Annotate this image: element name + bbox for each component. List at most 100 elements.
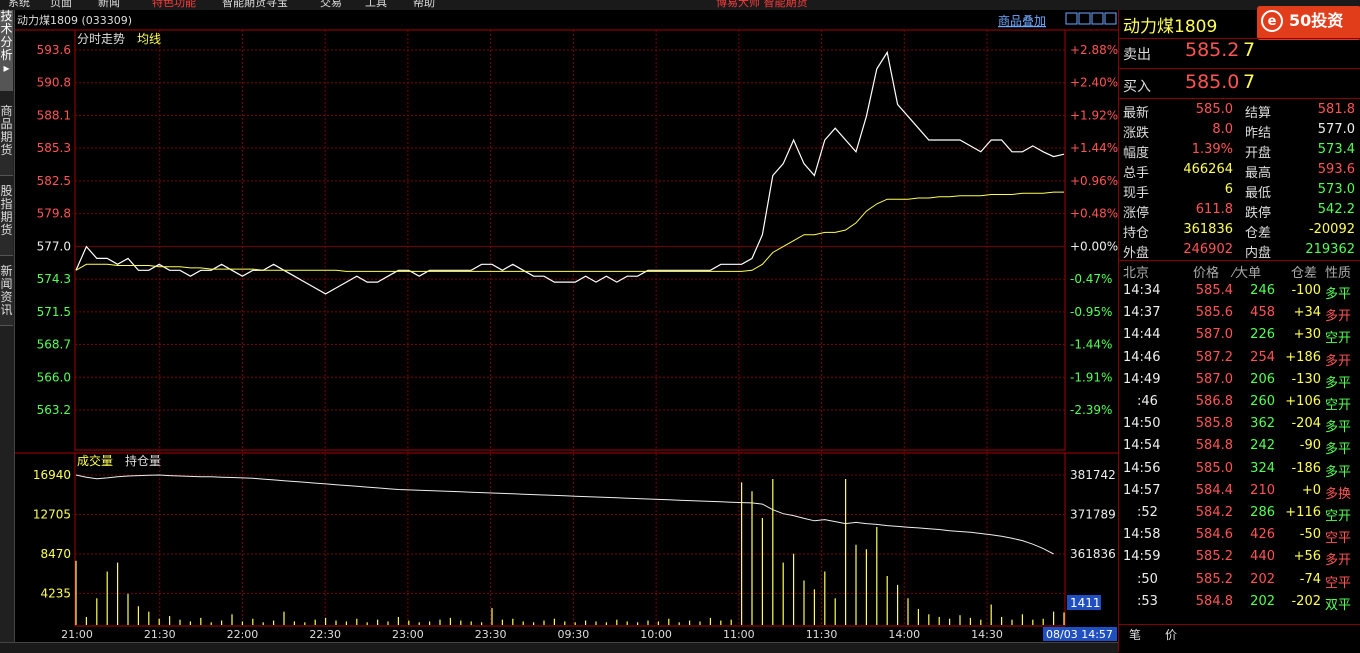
date-badge: 08/03 14:57 <box>1046 628 1113 641</box>
divider <box>1119 260 1360 261</box>
price-line <box>75 50 1065 295</box>
tick-qty: 324 <box>1250 460 1275 476</box>
stat-row: 跌停 542.2 <box>1245 202 1355 221</box>
tick-row: :52 584.2 286 +116 空开 <box>1119 505 1360 527</box>
stat-row: 最低 573.0 <box>1245 182 1355 201</box>
stat-label: 幅度 <box>1123 146 1150 161</box>
tick-price: 584.6 <box>1195 527 1233 543</box>
time-label: 22:00 <box>227 628 259 641</box>
pct-tick-label: +0.00% <box>1070 239 1118 253</box>
tick-time: 14:57 <box>1123 482 1161 498</box>
menu-item[interactable]: 智能期货寻宝 <box>222 0 288 8</box>
stat-label: 结算 <box>1245 106 1272 121</box>
stat-row: 最新 585.0 <box>1123 102 1233 121</box>
tick-qty: 260 <box>1250 394 1275 409</box>
stat-value: 611.8 <box>1195 202 1233 217</box>
ticks-col-header: 北京 <box>1123 266 1150 281</box>
time-label: 10:00 <box>640 628 672 641</box>
buy-quote: 买入 585.0 7 <box>1123 71 1255 96</box>
stat-label: 持仓 <box>1123 226 1150 241</box>
tick-oi-change: +34 <box>1293 305 1321 321</box>
tick-type: 多平 <box>1325 442 1352 458</box>
stat-value: 573.0 <box>1317 182 1355 197</box>
stat-row: 开盘 573.4 <box>1245 142 1355 161</box>
tick-type: 双平 <box>1325 597 1352 613</box>
tick-qty: 362 <box>1250 416 1275 432</box>
pct-tick-label: -0.47% <box>1070 272 1112 286</box>
tick-type: 多平 <box>1325 464 1352 480</box>
tick-oi-change: -204 <box>1291 416 1321 432</box>
chart-nav-button[interactable] <box>1065 12 1078 25</box>
tick-row: :46 586.8 260 +106 空开 <box>1119 394 1360 416</box>
sell-label: 卖出 <box>1123 47 1151 63</box>
tick-row: 14:57 584.4 210 +0 多换 <box>1119 483 1360 505</box>
tick-time: 14:34 <box>1123 283 1161 298</box>
volume-tick-label: 12705 <box>33 508 71 522</box>
tick-price: 586.8 <box>1195 394 1233 409</box>
chart-area[interactable]: 动力煤1809 (033309) 商品叠加 分时走势 均线 成交量 持仓量 593.6 +2.… <box>15 10 1118 642</box>
left-tab[interactable]: 技术分析▸ <box>0 10 13 91</box>
pct-tick-label: -0.95% <box>1070 305 1112 319</box>
tick-price: 584.8 <box>1195 438 1233 454</box>
chart-nav-button[interactable] <box>1078 12 1091 25</box>
stat-value: -20092 <box>1308 222 1355 237</box>
left-tab[interactable]: 股指期货 <box>0 185 13 256</box>
tick-price: 584.8 <box>1195 593 1233 609</box>
tick-oi-change: -100 <box>1291 283 1321 298</box>
ticks-col-header: ⁄大单 <box>1233 266 1262 281</box>
menu-item[interactable]: 交易 <box>320 0 342 8</box>
left-tab[interactable]: 商品期货 <box>0 105 13 176</box>
divider <box>1119 38 1360 39</box>
volume-badge: 1411 <box>1070 596 1101 610</box>
stat-row: 仓差 -20092 <box>1245 222 1355 241</box>
ticks-view-tab[interactable]: 笔 <box>1129 626 1141 643</box>
stat-label: 涨停 <box>1123 206 1150 221</box>
intraday-chart[interactable]: 动力煤1809 (033309) 商品叠加分时走势 均线成交量 持仓量 593.6 +2.… <box>15 10 1118 642</box>
price-tick-label: 593.6 <box>37 43 71 57</box>
tick-row: 14:50 585.8 362 -204 多平 <box>1119 416 1360 438</box>
menu-item[interactable]: 帮助 <box>413 0 435 8</box>
tick-price: 587.2 <box>1195 349 1233 365</box>
horizontal-scrollbar[interactable] <box>0 642 1118 653</box>
tick-type: 空平 <box>1325 531 1352 547</box>
buy-label: 买入 <box>1123 79 1151 95</box>
pct-tick-label: -2.39% <box>1070 403 1112 417</box>
chart-nav-button[interactable] <box>1091 12 1104 25</box>
ticks-view-tab[interactable]: 价 <box>1165 626 1177 643</box>
menu-item[interactable]: 工具 <box>365 0 387 8</box>
tick-qty: 210 <box>1250 482 1275 498</box>
tick-time: 14:44 <box>1123 327 1161 343</box>
tick-type: 多平 <box>1325 375 1352 391</box>
menu-item[interactable]: 系统 <box>8 0 30 8</box>
tick-oi-change: -90 <box>1299 438 1321 454</box>
price-tick-label: 588.1 <box>37 108 71 122</box>
stat-label: 开盘 <box>1245 146 1272 161</box>
stat-value: 573.4 <box>1317 142 1355 157</box>
menu-item[interactable]: 新闻 <box>98 0 120 8</box>
overlay-link[interactable]: 商品叠加 <box>998 13 1046 28</box>
chart-nav-button[interactable] <box>1104 12 1117 25</box>
tick-price: 584.2 <box>1195 505 1233 520</box>
tick-price: 585.6 <box>1195 305 1233 321</box>
menu-item[interactable]: 博易大师 智能期货 <box>716 0 808 8</box>
left-tab[interactable]: 新闻资讯 <box>0 265 13 326</box>
price-tick-label: 577.0 <box>37 239 71 253</box>
stat-label: 涨跌 <box>1123 126 1150 141</box>
stat-label: 最低 <box>1245 186 1272 201</box>
time-label: 23:00 <box>392 628 424 641</box>
tick-row: 14:46 587.2 254 +186 多开 <box>1119 350 1360 372</box>
tick-time: 14:50 <box>1123 416 1161 432</box>
tick-time: :46 <box>1137 394 1158 409</box>
price-pane-frame <box>74 29 1066 451</box>
tick-oi-change: +106 <box>1285 394 1321 409</box>
menu-item[interactable]: 特色功能 <box>152 0 196 8</box>
tick-time: 14:54 <box>1123 438 1161 454</box>
tick-oi-change: -202 <box>1291 593 1321 609</box>
left-tab-strip: 技术分析▸ 商品期货股指期货新闻资讯 <box>0 10 15 652</box>
pct-tick-label: +0.96% <box>1070 174 1118 188</box>
tick-price: 585.4 <box>1195 283 1233 298</box>
volume-legend: 成交量 <box>77 453 113 468</box>
tick-type: 多换 <box>1325 486 1352 502</box>
menu-item[interactable]: 页面 <box>50 0 72 8</box>
ticks-col-header: 仓差 <box>1291 266 1318 281</box>
